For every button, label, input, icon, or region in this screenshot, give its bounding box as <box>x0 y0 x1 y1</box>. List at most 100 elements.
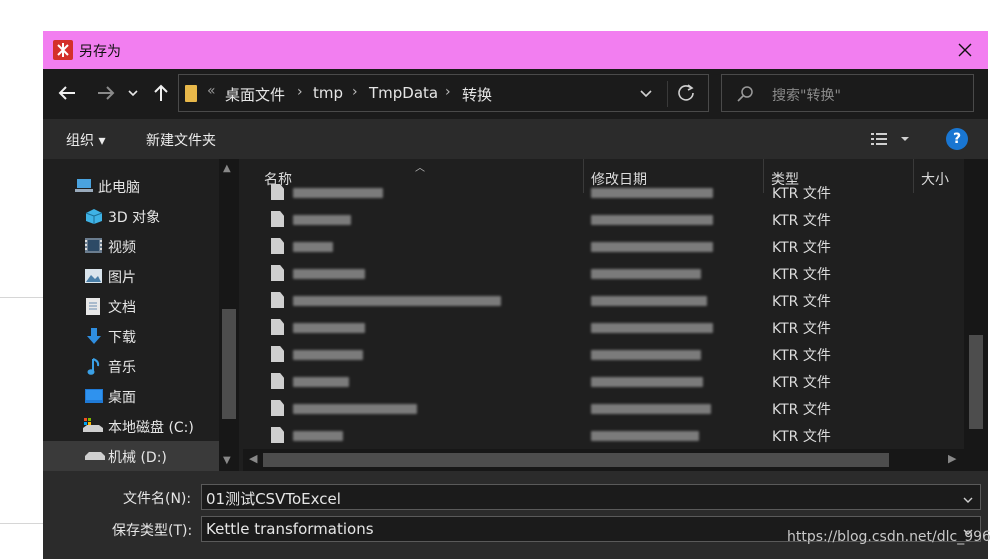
address-dropdown-button[interactable] <box>639 85 653 104</box>
blurred-modified-date <box>591 431 699 441</box>
address-bar[interactable]: « 桌面文件 › tmp › TmpData › 转换 <box>178 74 709 112</box>
file-row[interactable]: KTR 文件 <box>243 233 963 260</box>
file-row[interactable]: KTR 文件 <box>243 179 963 206</box>
refresh-button[interactable] <box>675 82 697 108</box>
view-dropdown-button[interactable] <box>900 131 910 150</box>
file-icon <box>271 211 284 227</box>
file-row[interactable]: KTR 文件 <box>243 422 963 449</box>
sidebar-item-label: 视频 <box>108 240 136 256</box>
breadcrumb-item[interactable]: 桌面文件 <box>225 84 285 105</box>
scroll-left-icon[interactable]: ◀ <box>249 452 257 465</box>
file-icon <box>271 373 284 389</box>
dialog-title: 另存为 <box>79 44 121 60</box>
sidebar-item-drive-d[interactable]: 机械 (D:) <box>43 441 239 471</box>
scrollbar-thumb[interactable] <box>222 309 236 419</box>
picture-icon <box>85 268 102 283</box>
navigation-pane-scrollbar[interactable]: ▲ ▼ <box>219 159 239 471</box>
new-folder-button[interactable]: 新建文件夹 <box>146 130 216 150</box>
breadcrumb-item[interactable]: TmpData <box>369 84 438 102</box>
scroll-right-icon[interactable]: ▶ <box>948 452 956 465</box>
blurred-modified-date <box>591 323 713 333</box>
breadcrumb-item[interactable]: tmp <box>313 84 343 102</box>
file-icon <box>271 346 284 362</box>
blurred-file-name <box>293 188 383 198</box>
sidebar-item-3d-objects[interactable]: 3D 对象 <box>43 201 239 231</box>
breadcrumb-overflow[interactable]: « <box>207 83 216 99</box>
breadcrumb-chevron-icon[interactable]: › <box>445 84 451 100</box>
drive-icon <box>85 448 105 463</box>
chevron-down-icon <box>640 90 652 98</box>
file-type: KTR 文件 <box>772 267 831 283</box>
scroll-up-icon[interactable]: ▲ <box>223 163 231 174</box>
help-icon[interactable]: ? <box>946 128 968 150</box>
chevron-down-icon[interactable] <box>962 491 974 510</box>
close-button[interactable] <box>942 31 988 69</box>
command-toolbar: 组织 ▾ 新建文件夹 ? <box>43 119 988 159</box>
file-type: KTR 文件 <box>772 402 831 418</box>
background-line <box>0 523 43 524</box>
sidebar-item-label: 机械 (D:) <box>108 450 167 466</box>
file-row[interactable]: KTR 文件 <box>243 314 963 341</box>
sidebar-item-label: 下载 <box>108 330 136 346</box>
download-icon <box>86 328 103 344</box>
file-icon <box>271 292 284 308</box>
sidebar-item-music[interactable]: 音乐 <box>43 351 239 381</box>
blurred-file-name <box>293 323 365 333</box>
recent-locations-button[interactable] <box>123 79 143 107</box>
back-arrow-icon <box>58 86 75 100</box>
file-row[interactable]: KTR 文件 <box>243 395 963 422</box>
blurred-modified-date <box>591 188 713 198</box>
file-icon <box>271 238 284 254</box>
view-options-icon[interactable] <box>870 131 888 151</box>
file-list-vertical-scrollbar[interactable] <box>964 159 988 471</box>
sidebar-item-this-pc[interactable]: 此电脑 <box>43 171 239 201</box>
file-row[interactable]: KTR 文件 <box>243 206 963 233</box>
blurred-file-name <box>293 269 365 279</box>
blurred-modified-date <box>591 269 701 279</box>
file-type: KTR 文件 <box>772 348 831 364</box>
search-icon <box>736 85 754 107</box>
scrollbar-thumb[interactable] <box>969 335 983 429</box>
blurred-modified-date <box>591 377 703 387</box>
scroll-down-icon[interactable]: ▼ <box>223 455 231 466</box>
breadcrumb-chevron-icon[interactable]: › <box>297 84 303 100</box>
file-type: KTR 文件 <box>772 213 831 229</box>
sidebar-item-documents[interactable]: 文档 <box>43 291 239 321</box>
blurred-file-name <box>293 404 417 414</box>
sidebar-item-videos[interactable]: 视频 <box>43 231 239 261</box>
file-row[interactable]: KTR 文件 <box>243 368 963 395</box>
file-type: KTR 文件 <box>772 294 831 310</box>
filename-input[interactable]: 01测试CSVToExcel <box>201 484 981 510</box>
breadcrumb-item[interactable]: 转换 <box>462 84 492 105</box>
organize-button[interactable]: 组织 ▾ <box>66 130 105 150</box>
sidebar-item-local-disk-c[interactable]: 本地磁盘 (C:) <box>43 411 239 441</box>
file-list-horizontal-scrollbar[interactable]: ◀ ▶ <box>243 449 964 471</box>
forward-button[interactable] <box>92 79 120 107</box>
watermark-text: https://blog.csdn.net/dlc_996 <box>787 529 991 545</box>
filename-value: 01测试CSVToExcel <box>206 490 341 508</box>
search-placeholder: 搜索"转换" <box>772 88 841 104</box>
sidebar-item-downloads[interactable]: 下载 <box>43 321 239 351</box>
sidebar-item-pictures[interactable]: 图片 <box>43 261 239 291</box>
sidebar-item-label: 3D 对象 <box>108 210 161 226</box>
blurred-file-name <box>293 296 501 306</box>
blurred-file-name <box>293 431 343 441</box>
back-button[interactable] <box>53 79 81 107</box>
blurred-modified-date <box>591 215 713 225</box>
blurred-modified-date <box>591 242 713 252</box>
file-icon <box>271 184 284 200</box>
file-icon <box>271 265 284 281</box>
search-input[interactable]: 搜索"转换" <box>721 74 974 112</box>
sort-ascending-icon: ︿ <box>415 163 425 174</box>
drive-icon <box>83 418 103 433</box>
scrollbar-thumb[interactable] <box>263 453 889 467</box>
up-button[interactable] <box>147 79 175 107</box>
title-bar: 另存为 <box>43 31 988 69</box>
file-row[interactable]: KTR 文件 <box>243 287 963 314</box>
file-row[interactable]: KTR 文件 <box>243 260 963 287</box>
breadcrumb-chevron-icon[interactable]: › <box>352 84 358 100</box>
sidebar-item-desktop[interactable]: 桌面 <box>43 381 239 411</box>
filename-label: 文件名(N): <box>123 491 192 507</box>
file-row[interactable]: KTR 文件 <box>243 341 963 368</box>
desktop-icon <box>85 388 103 403</box>
